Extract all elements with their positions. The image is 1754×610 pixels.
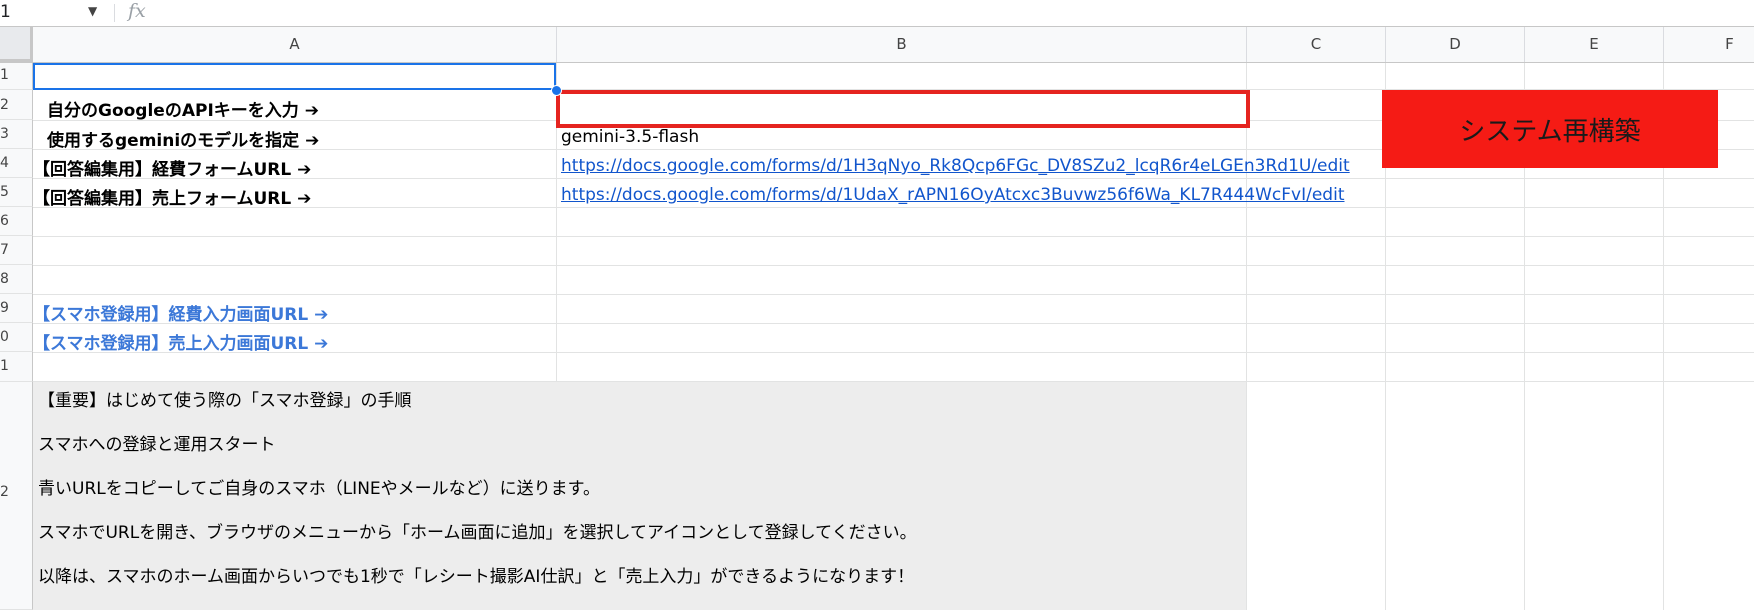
row-header-10[interactable]: 0 xyxy=(0,323,33,352)
row-header-3[interactable]: 3 xyxy=(0,120,33,149)
formula-bar-divider xyxy=(114,4,115,22)
row-number: 6 xyxy=(0,213,9,229)
note-line: 青いURLをコピーしてご自身のスマホ（LINEやメールなど）に送ります。 xyxy=(38,479,600,499)
sales-form-edit-link[interactable]: https://docs.google.com/forms/d/1UdaX_rA… xyxy=(561,185,1345,205)
fill-handle[interactable] xyxy=(551,85,562,96)
cell-a3-model-label[interactable]: 使用するgeminiのモデルを指定 ➔ xyxy=(47,126,319,151)
note-line: 以降は、スマホのホーム画面からいつでも1秒で「レシート撮影AI仕訳」と「売上入力… xyxy=(38,567,915,587)
gridline xyxy=(1246,63,1247,610)
dropdown-arrow-icon[interactable]: ▼ xyxy=(88,4,97,18)
row-number: 1 xyxy=(0,67,9,83)
cell-a2-api-key-label[interactable]: 自分のGoogleのAPIキーを入力 ➔ xyxy=(47,96,319,121)
row-header-1[interactable]: 1 xyxy=(0,63,33,90)
api-key-input[interactable] xyxy=(556,90,1250,128)
row-number: 3 xyxy=(0,126,9,142)
column-header-row: A B C D E F xyxy=(0,27,1754,63)
gridline xyxy=(33,265,1754,266)
gridline xyxy=(33,294,1754,295)
select-all-corner[interactable] xyxy=(0,27,33,62)
note-line: スマホへの登録と運用スタート xyxy=(38,435,276,455)
row-number: 2 xyxy=(0,484,9,500)
row-header-12[interactable]: 2 xyxy=(0,382,33,610)
cell-b3-model-value[interactable]: gemini-3.5-flash xyxy=(561,127,699,147)
row-header-4[interactable]: 4 xyxy=(0,149,33,178)
column-header-a[interactable]: A xyxy=(33,27,557,62)
row-header-11[interactable]: 1 xyxy=(0,352,33,382)
row-header-8[interactable]: 8 xyxy=(0,265,33,294)
column-header-c[interactable]: C xyxy=(1247,27,1386,62)
note-heading: 【重要】はじめて使う際の「スマホ登録」の手順 xyxy=(38,391,412,411)
instructions-note[interactable]: 【重要】はじめて使う際の「スマホ登録」の手順 スマホへの登録と運用スタート 青い… xyxy=(33,382,1246,610)
row-number: 4 xyxy=(0,155,9,171)
cell-a4-expense-form-label[interactable]: 【回答編集用】経費フォームURL ➔ xyxy=(33,155,311,180)
column-header-b[interactable]: B xyxy=(557,27,1247,62)
row-header-7[interactable]: 7 xyxy=(0,236,33,265)
row-header-6[interactable]: 6 xyxy=(0,207,33,236)
selected-cell-a1[interactable] xyxy=(33,63,556,90)
row-header-9[interactable]: 9 xyxy=(0,294,33,323)
row-number: 0 xyxy=(0,329,9,345)
row-number: 5 xyxy=(0,184,9,200)
row-number: 8 xyxy=(0,271,9,287)
cell-a5-sales-form-label[interactable]: 【回答編集用】売上フォームURL ➔ xyxy=(33,184,311,209)
gridline xyxy=(33,381,1754,382)
gridline xyxy=(33,236,1754,237)
cell-a10-sales-input-url-label[interactable]: 【スマホ登録用】売上入力画面URL ➔ xyxy=(33,329,328,354)
row-number: 2 xyxy=(0,97,9,113)
formula-bar: 1 ▼ fx xyxy=(0,0,1754,27)
row-number: 1 xyxy=(0,358,9,374)
system-rebuild-button[interactable]: システム再構築 xyxy=(1382,90,1718,168)
row-number: 9 xyxy=(0,300,9,316)
note-line: スマホでURLを開き、ブラウザのメニューから「ホーム画面に追加」を選択してアイコ… xyxy=(38,523,917,543)
row-number: 7 xyxy=(0,242,9,258)
expense-form-edit-link[interactable]: https://docs.google.com/forms/d/1H3qNyo_… xyxy=(561,156,1350,176)
column-header-e[interactable]: E xyxy=(1525,27,1664,62)
name-box[interactable]: 1 ▼ xyxy=(0,0,108,26)
column-header-f[interactable]: F xyxy=(1664,27,1754,62)
row-header-2[interactable]: 2 xyxy=(0,90,33,120)
name-box-value: 1 xyxy=(0,2,11,22)
cell-a9-expense-input-url-label[interactable]: 【スマホ登録用】経費入力画面URL ➔ xyxy=(33,300,328,325)
column-header-d[interactable]: D xyxy=(1386,27,1525,62)
fx-icon: fx xyxy=(128,0,146,22)
row-header-5[interactable]: 5 xyxy=(0,178,33,207)
